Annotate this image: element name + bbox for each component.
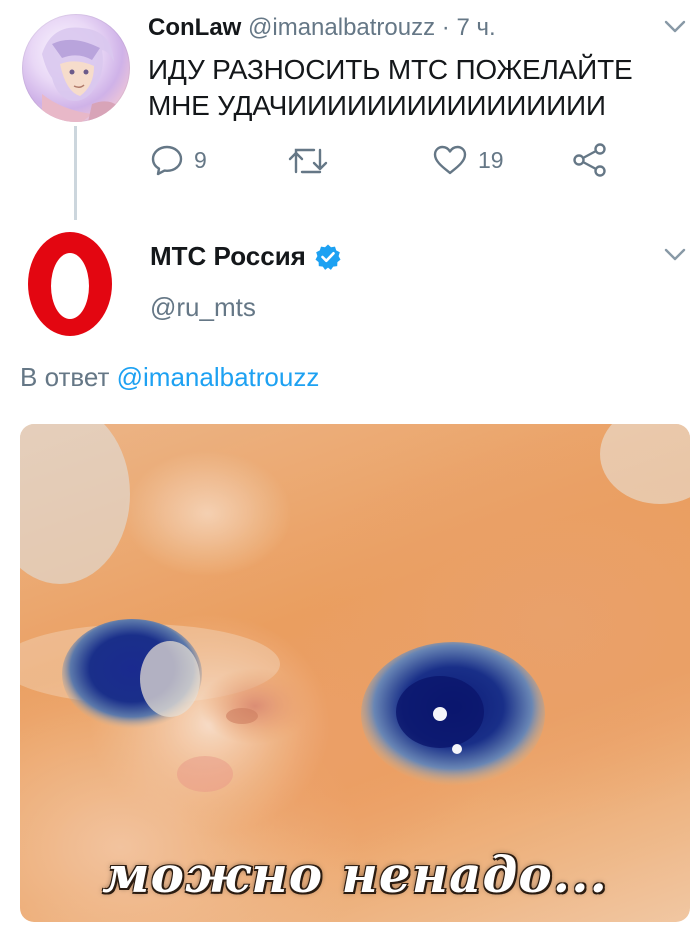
chevron-down-icon[interactable] [664, 248, 686, 262]
verified-badge-icon [315, 244, 341, 270]
image-caption: можно ненадо... [102, 845, 608, 904]
like-count: 19 [478, 146, 504, 173]
author-name[interactable]: МТС Россия [150, 241, 306, 272]
reply-context: В ответ @imanalbatrouzz [20, 362, 319, 393]
tweet-time[interactable]: 7 ч. [456, 14, 495, 41]
chevron-down-icon[interactable] [664, 20, 686, 34]
tweet-text-line: МНЕ УДАЧИИИИИИИИИИИИИИИИ [148, 90, 606, 121]
thread-connector [74, 126, 77, 220]
avatar[interactable] [22, 14, 130, 122]
like-button[interactable]: 19 [432, 144, 504, 176]
reply-count: 9 [194, 146, 207, 173]
attached-image[interactable]: можно ненадо... [20, 424, 690, 922]
heart-icon [433, 145, 467, 175]
retweet-button[interactable] [286, 146, 330, 176]
reply-to-link[interactable]: @imanalbatrouzz [117, 362, 320, 392]
share-button[interactable] [572, 142, 608, 178]
separator: · [441, 14, 450, 41]
author-handle[interactable]: @ru_mts [150, 292, 256, 323]
share-icon [573, 143, 606, 177]
author-name[interactable]: ConLaw [148, 14, 241, 41]
author-handle[interactable]: @imanalbatrouzz [248, 14, 435, 41]
mts-logo-icon [28, 232, 112, 336]
speech-bubble-icon [151, 145, 183, 176]
tweet-text-line: ИДУ РАЗНОСИТЬ МТС ПОЖЕЛАЙТЕ [148, 54, 633, 85]
reply-header: МТС Россия [150, 241, 342, 272]
tweet-text: ИДУ РАЗНОСИТЬ МТС ПОЖЕЛАЙТЕ МНЕ УДАЧИИИИ… [148, 52, 668, 124]
reply-prefix: В ответ [20, 362, 110, 392]
tweet-header: ConLaw @imanalbatrouzz · 7 ч. [148, 14, 496, 42]
retweet-icon [288, 148, 328, 174]
brand-avatar[interactable] [14, 226, 126, 338]
reply-button[interactable]: 9 [150, 144, 207, 176]
